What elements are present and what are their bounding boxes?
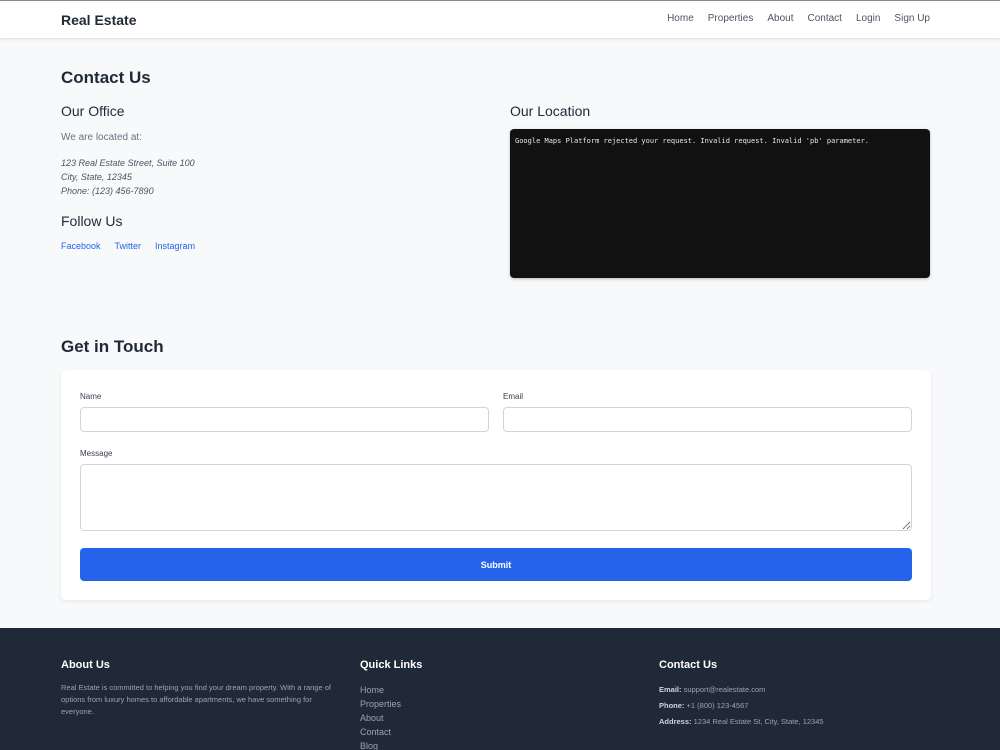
footer-link-blog[interactable]: Blog: [360, 739, 401, 750]
site-footer: About Us Real Estate is committed to hel…: [0, 628, 1000, 750]
brand-logo[interactable]: Real Estate: [61, 12, 136, 28]
instagram-link[interactable]: Instagram: [155, 241, 195, 251]
facebook-link[interactable]: Facebook: [61, 241, 101, 251]
footer-contact-title: Contact Us: [659, 659, 718, 671]
location-heading: Our Location: [510, 103, 591, 119]
footer-link-properties[interactable]: Properties: [360, 697, 401, 711]
follow-heading: Follow Us: [61, 213, 123, 229]
nav-login[interactable]: Login: [856, 13, 880, 24]
message-label: Message: [80, 449, 113, 458]
footer-address: 1234 Real Estate St, City, State, 12345: [693, 717, 824, 726]
contact-form: Name Email Message Submit: [61, 370, 931, 600]
nav-contact[interactable]: Contact: [807, 13, 841, 24]
footer-email-row: Email: support@realestate.com: [659, 682, 824, 698]
office-intro: We are located at:: [61, 132, 142, 143]
name-input[interactable]: [80, 407, 489, 432]
name-label: Name: [80, 392, 102, 401]
footer-links-title: Quick Links: [360, 659, 423, 671]
footer-about-text: Real Estate is committed to helping you …: [61, 683, 331, 716]
footer-phone-row: Phone: +1 (800) 123-4567: [659, 698, 824, 714]
email-input[interactable]: [503, 407, 912, 432]
footer-link-home[interactable]: Home: [360, 683, 401, 697]
footer-link-about[interactable]: About: [360, 711, 401, 725]
footer-email-label: Email:: [659, 685, 682, 694]
office-address: 123 Real Estate Street, Suite 100 City, …: [61, 156, 195, 198]
page-title: Contact Us: [61, 68, 151, 87]
nav-about[interactable]: About: [767, 13, 793, 24]
map-error-message: Google Maps Platform rejected your reque…: [515, 137, 870, 145]
nav-home[interactable]: Home: [667, 13, 694, 24]
twitter-link[interactable]: Twitter: [115, 241, 142, 251]
email-label: Email: [503, 392, 524, 401]
nav-signup[interactable]: Sign Up: [894, 13, 930, 24]
footer-phone-label: Phone:: [659, 701, 685, 710]
get-in-touch-title: Get in Touch: [61, 337, 164, 356]
navbar: Real Estate Home Properties About Contac…: [0, 1, 1000, 38]
footer-phone: +1 (800) 123-4567: [686, 701, 749, 710]
footer-address-row: Address: 1234 Real Estate St, City, Stat…: [659, 714, 824, 730]
map-embed[interactable]: Google Maps Platform rejected your reque…: [510, 129, 930, 278]
nav-properties[interactable]: Properties: [708, 13, 754, 24]
footer-address-label: Address:: [659, 717, 692, 726]
footer-email[interactable]: support@realestate.com: [684, 685, 766, 694]
submit-button[interactable]: Submit: [80, 548, 912, 581]
footer-quick-links: Home Properties About Contact Blog: [360, 683, 401, 750]
main-nav: Home Properties About Contact Login Sign…: [667, 13, 930, 24]
office-heading: Our Office: [61, 103, 125, 119]
footer-about-title: About Us: [61, 659, 110, 671]
address-line-2: City, State, 12345: [61, 172, 132, 182]
office-phone: Phone: (123) 456-7890: [61, 186, 154, 196]
footer-link-contact[interactable]: Contact: [360, 725, 401, 739]
message-textarea[interactable]: [80, 464, 912, 531]
footer-contact-info: Email: support@realestate.com Phone: +1 …: [659, 682, 824, 730]
social-links: Facebook Twitter Instagram: [61, 241, 195, 251]
address-line-1: 123 Real Estate Street, Suite 100: [61, 158, 195, 168]
